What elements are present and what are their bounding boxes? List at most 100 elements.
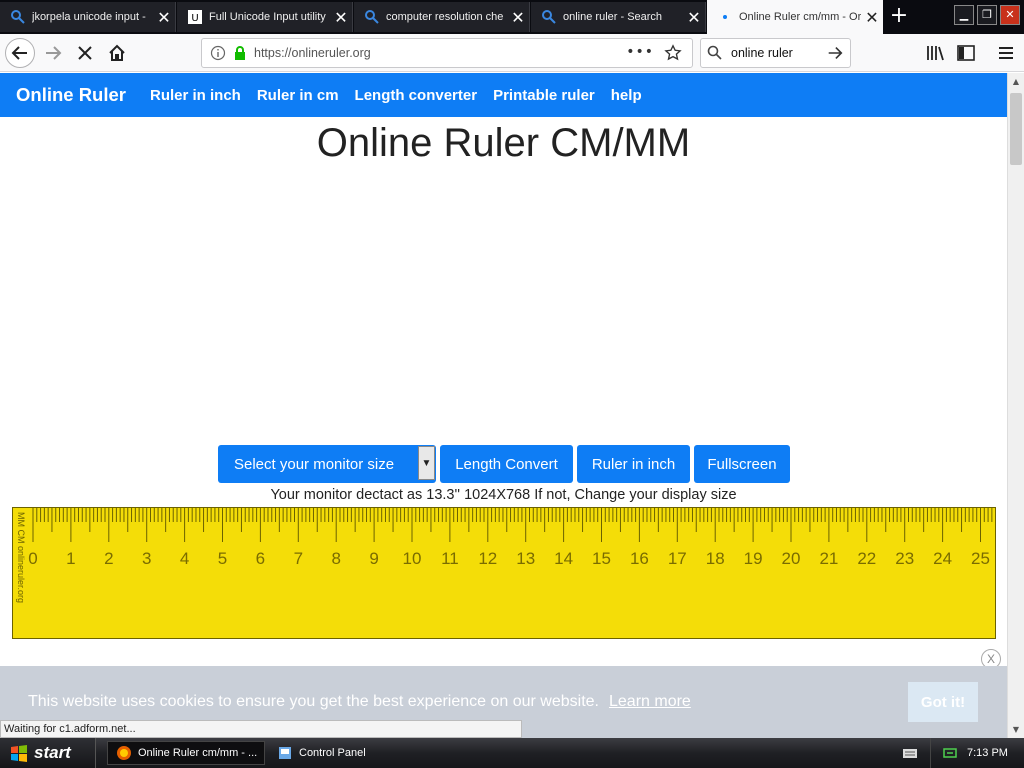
cookie-accept-button[interactable]: Got it!	[908, 682, 978, 722]
search-bar[interactable]	[700, 38, 851, 68]
loading-dot-icon	[717, 9, 733, 25]
close-tab-icon[interactable]: ✕	[683, 8, 705, 27]
new-tab-button[interactable]: +	[883, 2, 915, 32]
sidebar-button[interactable]	[951, 38, 981, 68]
windows-logo-icon	[11, 745, 27, 762]
menu-button[interactable]	[991, 38, 1021, 68]
site-navbar: Online Ruler Ruler in inch Ruler in cm L…	[0, 73, 1007, 117]
ruler-cm-label: 18	[706, 549, 725, 568]
chevron-down-icon[interactable]: ▼	[418, 446, 435, 480]
search-icon	[364, 9, 380, 25]
restore-button[interactable]: ❐	[977, 5, 997, 25]
monitor-size-select[interactable]: Select your monitor size ▼	[218, 445, 436, 483]
tab-title: Full Unicode Input utility	[209, 11, 326, 23]
close-tab-icon[interactable]: ✕	[507, 8, 529, 27]
close-tab-icon[interactable]: ✕	[861, 8, 883, 27]
ruler-cm-label: 14	[554, 549, 573, 568]
sidebar-icon	[957, 45, 975, 61]
ruler-cm-label: 19	[744, 549, 763, 568]
fullscreen-button[interactable]: Fullscreen	[694, 445, 790, 483]
start-button[interactable]: start	[0, 738, 96, 768]
nav-length-converter[interactable]: Length converter	[355, 87, 478, 104]
address-bar[interactable]: https://onlineruler.org •••	[201, 38, 693, 68]
search-icon	[10, 9, 26, 25]
monitor-select-label: Select your monitor size	[234, 455, 395, 473]
scroll-down-icon[interactable]: ▼	[1008, 721, 1024, 738]
control-panel-icon	[279, 747, 291, 759]
ruler-cm-label: 22	[857, 549, 876, 568]
ruler-cm-label: 10	[403, 549, 422, 568]
library-icon	[927, 46, 944, 61]
ruler-inch-button[interactable]: Ruler in inch	[577, 445, 690, 483]
home-icon	[109, 44, 125, 61]
taskbar: start Online Ruler cm/mm - ... Control P…	[0, 738, 1024, 768]
ruler-cm-label: 15	[592, 549, 611, 568]
close-tab-icon[interactable]: ✕	[153, 8, 175, 27]
clock: 7:13 PM	[967, 747, 1008, 759]
ruler-cm-label: 11	[441, 549, 459, 568]
cm-ruler[interactable]: MM CM onlineruler.org 0 1 2 3 4 5 6 7 8 9 10 11 12 13…	[12, 507, 996, 639]
tab-online-ruler[interactable]: Online Ruler cm/mm - Or ✕	[707, 0, 883, 34]
lock-icon[interactable]	[232, 45, 248, 61]
search-go-icon[interactable]	[826, 44, 844, 62]
bookmark-star-icon[interactable]	[664, 44, 682, 62]
ruler-cm-label: 24	[933, 549, 952, 568]
ruler-cm-label: 12	[478, 549, 497, 568]
firefox-icon	[117, 746, 131, 760]
ruler-cm-label: 1	[66, 549, 75, 568]
network-icon[interactable]	[943, 746, 957, 760]
close-tab-icon[interactable]: ✕	[330, 8, 352, 27]
taskbar-item-control-panel[interactable]: Control Panel	[269, 741, 439, 765]
svg-text:U: U	[191, 13, 198, 24]
monitor-detect-text: Your monitor dectact as 13.3'' 1024X768 …	[270, 487, 737, 503]
forward-button[interactable]	[38, 38, 68, 68]
tab-title: computer resolution che	[386, 11, 504, 23]
nav-printable-ruler[interactable]: Printable ruler	[493, 87, 595, 104]
site-brand[interactable]: Online Ruler	[16, 84, 126, 106]
nav-ruler-cm[interactable]: Ruler in cm	[257, 87, 339, 104]
ruler-cm-label: 21	[819, 549, 838, 568]
length-convert-button[interactable]: Length Convert	[440, 445, 573, 483]
cookie-message: This website uses cookies to ensure you …	[28, 693, 599, 710]
ruler-cm-label: 6	[256, 549, 265, 568]
system-tray: 7:13 PM	[930, 738, 1024, 768]
stop-button[interactable]	[70, 38, 100, 68]
home-button[interactable]	[102, 38, 132, 68]
keyboard-icon[interactable]	[902, 745, 918, 761]
url-text[interactable]: https://onlineruler.org	[254, 46, 371, 60]
hamburger-menu-icon	[999, 47, 1013, 59]
cookie-learn-more-link[interactable]: Learn more	[609, 693, 691, 711]
forward-arrow-icon	[46, 46, 62, 60]
back-button[interactable]	[5, 38, 35, 68]
tab-strip: jkorpela unicode input - ✕ U Full Unicod…	[0, 0, 1024, 34]
ruler-cm-label: 16	[630, 549, 649, 568]
page-actions-icon[interactable]: •••	[626, 44, 654, 60]
ruler-cm-label: 13	[516, 549, 535, 568]
page-scrollbar[interactable]: ▲ ▼	[1007, 73, 1024, 738]
ruler-scale: 0 1 2 3 4 5 6 7 8 9 10 11 12 13 14 15 16 17 18 19 20 21 22 23 24…	[28, 508, 993, 568]
taskbar-item-firefox[interactable]: Online Ruler cm/mm - ...	[107, 741, 265, 765]
page-title: Online Ruler CM/MM	[316, 121, 691, 165]
library-button[interactable]	[920, 38, 950, 68]
nav-ruler-inch[interactable]: Ruler in inch	[150, 87, 241, 104]
close-window-button[interactable]: ✕	[1000, 5, 1020, 25]
browser-toolbar: https://onlineruler.org •••	[0, 34, 1024, 72]
tab-search[interactable]: online ruler - Search ✕	[531, 2, 706, 32]
search-icon	[707, 45, 722, 60]
scroll-up-icon[interactable]: ▲	[1008, 73, 1024, 90]
ruler-cm-label: 17	[668, 549, 687, 568]
minimize-button[interactable]: ▁	[954, 5, 974, 25]
tab-unicode-input[interactable]: U Full Unicode Input utility ✕	[177, 2, 353, 32]
info-icon[interactable]	[210, 45, 226, 61]
tab-resolution[interactable]: computer resolution che ✕	[354, 2, 530, 32]
ruler-cm-label: 4	[180, 549, 189, 568]
search-input[interactable]	[731, 46, 821, 60]
status-text: Waiting for c1.adform.net...	[0, 720, 522, 738]
unicode-icon: U	[187, 9, 203, 25]
ruler-cm-label: 8	[331, 549, 340, 568]
scroll-thumb[interactable]	[1010, 93, 1022, 165]
tab-jkorpela[interactable]: jkorpela unicode input - ✕	[0, 2, 176, 32]
start-label: start	[34, 743, 71, 762]
nav-help[interactable]: help	[611, 87, 642, 104]
ruler-cm-label: 7	[294, 549, 303, 568]
